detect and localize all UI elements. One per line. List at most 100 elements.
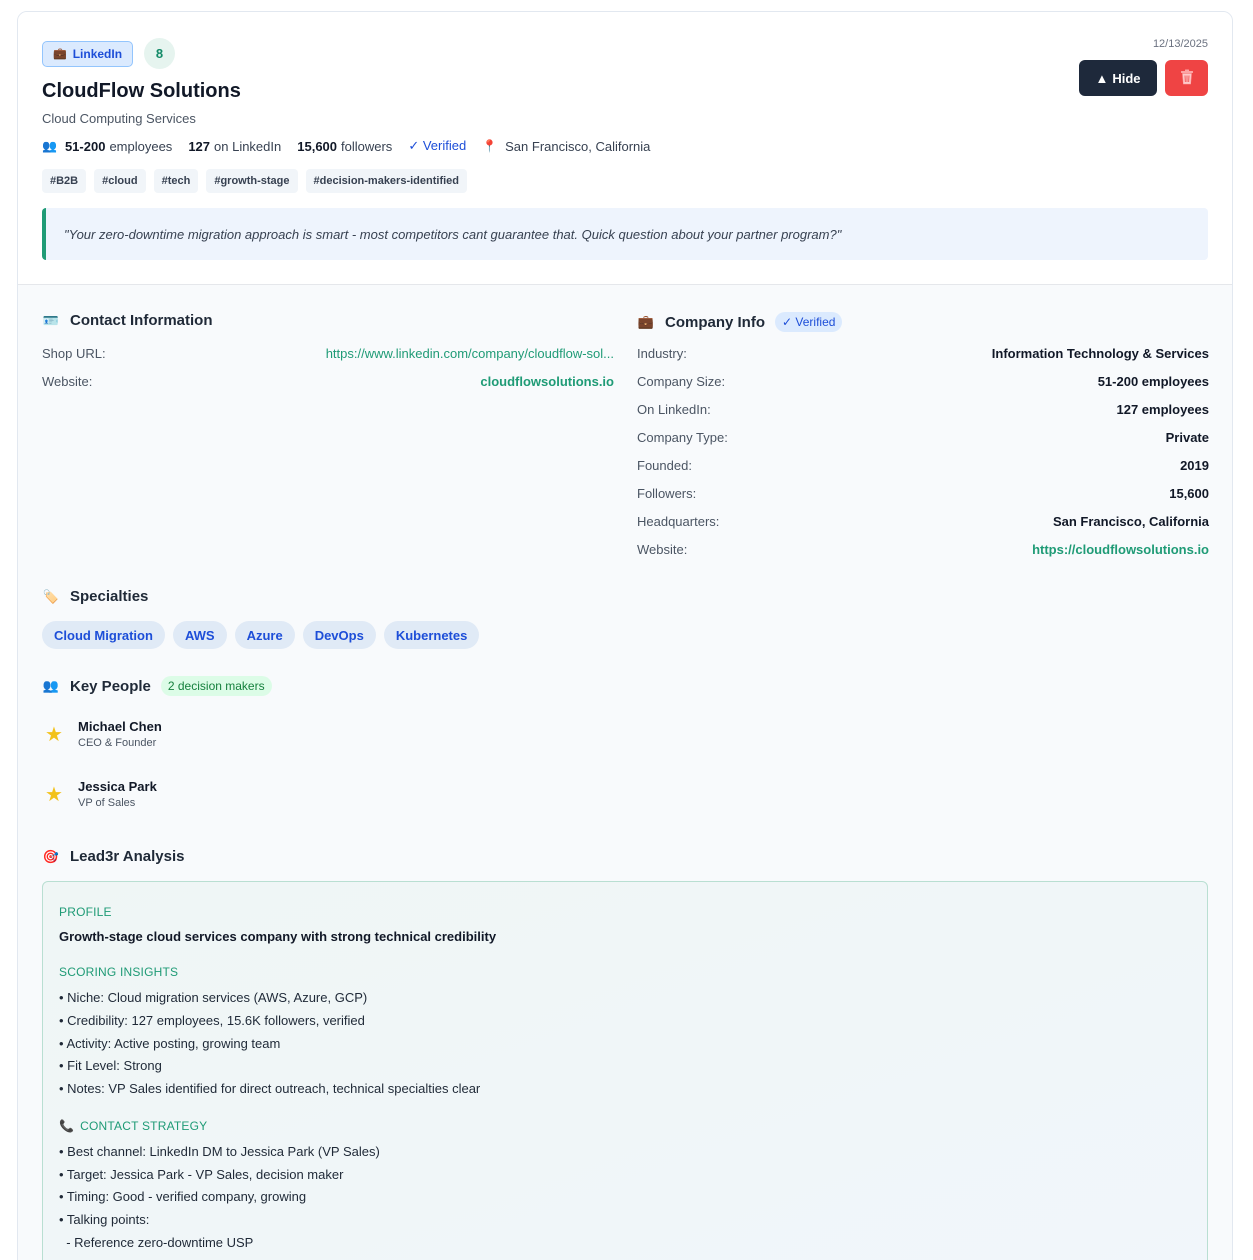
analysis-panel: PROFILE Growth-stage cloud services comp… bbox=[42, 881, 1208, 1260]
lead-header: 💼 LinkedIn 8 CloudFlow Solutions Cloud C… bbox=[18, 12, 1232, 285]
info-value: Private bbox=[1165, 430, 1209, 445]
lead-card: 💼 LinkedIn 8 CloudFlow Solutions Cloud C… bbox=[17, 11, 1233, 1260]
company-info-row: Company Type: Private bbox=[637, 430, 1209, 458]
tag: #tech bbox=[153, 169, 199, 193]
profile-label: PROFILE bbox=[59, 905, 112, 919]
followers-value: 15,600 bbox=[297, 138, 338, 154]
company-website-link[interactable]: https://cloudflowsolutions.io bbox=[1032, 542, 1209, 557]
phone-icon: 📞 bbox=[59, 1119, 75, 1133]
tag: #cloud bbox=[94, 169, 146, 193]
hide-button-label: Hide bbox=[1112, 70, 1141, 86]
website-link[interactable]: cloudflowsolutions.io bbox=[480, 374, 614, 389]
linkedin-count-value: 127 bbox=[188, 138, 211, 154]
contact-section-title: 🪪 Contact Information bbox=[42, 312, 213, 329]
company-info-list: Industry: Information Technology & Servi… bbox=[637, 346, 1209, 570]
strategy-item: - Reference zero-downtime USP bbox=[59, 1235, 254, 1250]
profile-text: Growth-stage cloud services company with… bbox=[59, 929, 497, 944]
delete-button[interactable] bbox=[1165, 60, 1208, 96]
scoring-insights-label: SCORING INSIGHTS bbox=[59, 965, 179, 979]
key-people-title-text: Key People bbox=[70, 677, 151, 695]
briefcase-icon: 💼 bbox=[637, 314, 655, 329]
specialties-section-title: 🏷️ Specialties bbox=[42, 588, 148, 605]
triangle-up-icon: ▲ bbox=[1095, 70, 1109, 86]
people-icon: 👥 bbox=[42, 139, 57, 153]
tag: #growth-stage bbox=[206, 169, 298, 193]
header-actions: ▲ Hide bbox=[1079, 60, 1208, 96]
contact-info-list: Shop URL: https://www.linkedin.com/compa… bbox=[42, 346, 614, 402]
company-info-row: Website: https://cloudflowsolutions.io bbox=[637, 542, 1209, 570]
person-role: VP of Sales bbox=[78, 797, 136, 809]
company-meta-row: 👥 51-200 employees 127 on LinkedIn 15,60… bbox=[42, 138, 666, 154]
contact-strategy-label: CONTACT STRATEGY bbox=[80, 1119, 208, 1133]
contact-row-website: Website: cloudflowsolutions.io bbox=[42, 374, 614, 402]
info-label: Company Size: bbox=[637, 374, 726, 389]
decision-makers-badge: 2 decision makers bbox=[160, 676, 272, 696]
person-details: Michael Chen CEO & Founder bbox=[78, 719, 162, 749]
meta-employees: 👥 51-200 employees bbox=[42, 139, 172, 154]
info-label: Industry: bbox=[637, 346, 687, 361]
linkedin-count-label: on LinkedIn bbox=[214, 138, 282, 154]
company-info-section-title: 💼 Company Info ✓ Verified bbox=[637, 312, 843, 332]
specialties-title-text: Specialties bbox=[70, 588, 149, 605]
meta-linkedin-count: 127 on LinkedIn bbox=[188, 139, 281, 154]
meta-location: 📍 San Francisco, California bbox=[482, 139, 650, 154]
badge-row: 💼 LinkedIn 8 bbox=[42, 38, 176, 69]
info-value: 2019 bbox=[1180, 458, 1209, 473]
people-icon: 👥 bbox=[42, 678, 60, 693]
company-info-row: Company Size: 51-200 employees bbox=[637, 374, 1209, 402]
lead-score-badge: 8 bbox=[144, 38, 176, 69]
info-value: 51-200 employees bbox=[1097, 374, 1209, 389]
specialty-chip: Azure bbox=[234, 621, 295, 649]
specialties-list: Cloud Migration AWS Azure DevOps Kuberne… bbox=[42, 621, 480, 649]
tag: #decision-makers-identified bbox=[305, 169, 468, 193]
tag-icon: 🏷️ bbox=[42, 588, 60, 604]
company-subtitle: Cloud Computing Services bbox=[42, 111, 196, 126]
employees-value: 51-200 bbox=[64, 138, 106, 154]
person-item: ★ Michael Chen CEO & Founder bbox=[42, 719, 162, 749]
insight-item: • Niche: Cloud migration services (AWS, … bbox=[59, 990, 368, 1005]
verified-pill: ✓ Verified bbox=[775, 312, 843, 332]
insight-item: • Fit Level: Strong bbox=[59, 1058, 162, 1073]
info-label: Headquarters: bbox=[637, 514, 720, 529]
info-value: 15,600 bbox=[1169, 486, 1209, 501]
info-label: On LinkedIn: bbox=[637, 402, 711, 417]
website-label: Website: bbox=[42, 374, 93, 389]
strategy-item: • Talking points: bbox=[59, 1212, 150, 1227]
info-label: Followers: bbox=[637, 486, 697, 501]
specialty-chip: AWS bbox=[172, 621, 227, 649]
id-card-icon: 🪪 bbox=[42, 312, 60, 328]
insight-item: • Activity: Active posting, growing team bbox=[59, 1036, 281, 1051]
company-info-row: On LinkedIn: 127 employees bbox=[637, 402, 1209, 430]
company-info-title-text: Company Info bbox=[665, 313, 765, 331]
info-value: San Francisco, California bbox=[1052, 514, 1209, 529]
tag: #B2B bbox=[42, 169, 87, 193]
hide-button[interactable]: ▲ Hide bbox=[1079, 60, 1157, 96]
company-info-row: Headquarters: San Francisco, California bbox=[637, 514, 1209, 542]
briefcase-icon: 💼 bbox=[53, 48, 67, 60]
star-icon: ★ bbox=[45, 783, 63, 806]
specialty-chip: Kubernetes bbox=[383, 621, 480, 649]
info-label: Website: bbox=[637, 542, 688, 557]
person-name: Jessica Park bbox=[78, 779, 157, 794]
shop-url-label: Shop URL: bbox=[42, 346, 106, 361]
location-text: San Francisco, California bbox=[505, 138, 651, 154]
verified-status: ✓ Verified bbox=[408, 138, 467, 153]
contact-title-text: Contact Information bbox=[70, 312, 213, 329]
contact-row-shop-url: Shop URL: https://www.linkedin.com/compa… bbox=[42, 346, 614, 374]
person-role: CEO & Founder bbox=[78, 737, 157, 749]
company-info-row: Founded: 2019 bbox=[637, 458, 1209, 486]
info-value: Information Technology & Services bbox=[991, 346, 1209, 361]
company-info-row: Followers: 15,600 bbox=[637, 486, 1209, 514]
specialty-chip: DevOps bbox=[302, 621, 376, 649]
source-badge: 💼 LinkedIn bbox=[42, 40, 134, 67]
meta-followers: 15,600 followers bbox=[297, 139, 392, 154]
analysis-title-text: Lead3r Analysis bbox=[70, 848, 185, 865]
company-info-row: Industry: Information Technology & Servi… bbox=[637, 346, 1209, 374]
lead-date: 12/13/2025 bbox=[1152, 38, 1208, 50]
trash-icon bbox=[1180, 69, 1194, 88]
followers-label: followers bbox=[341, 138, 393, 154]
shop-url-link[interactable]: https://www.linkedin.com/company/cloudfl… bbox=[326, 346, 614, 361]
insight-item: • Credibility: 127 employees, 15.6K foll… bbox=[59, 1013, 365, 1028]
source-badge-label: LinkedIn bbox=[72, 46, 123, 61]
info-label: Founded: bbox=[637, 458, 692, 473]
